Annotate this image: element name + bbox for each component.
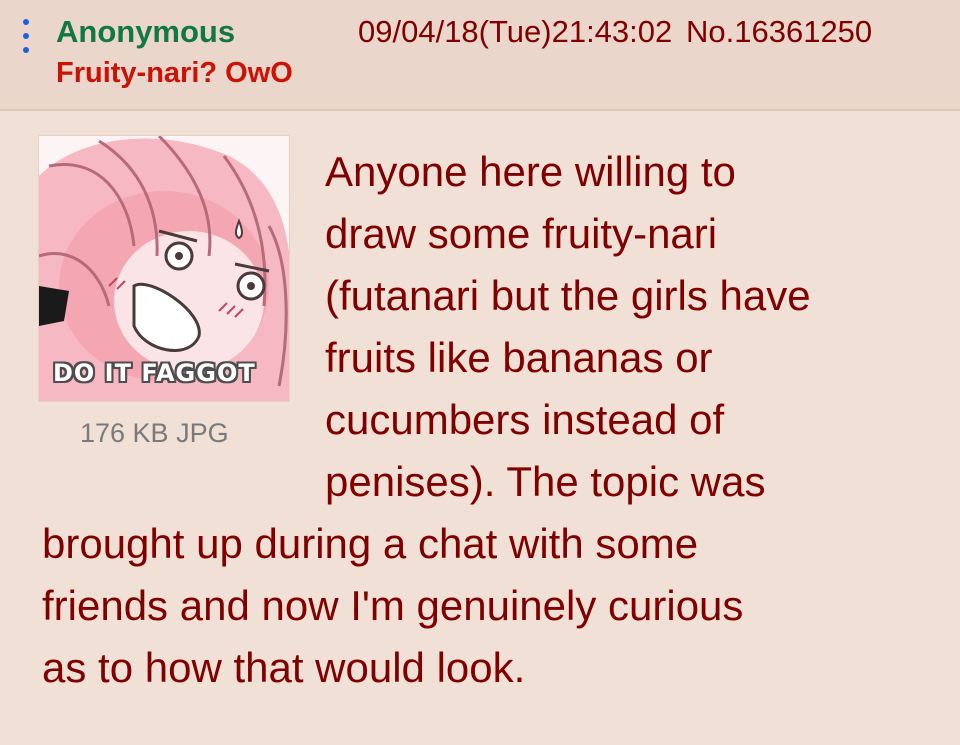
comment-line: (futanari but the girls have (325, 272, 811, 319)
vertical-dots-icon[interactable] (22, 19, 30, 53)
poster-name: Anonymous (56, 14, 236, 49)
comment-line: Anyone here willing to (325, 148, 736, 195)
comment-line: friends and now I'm genuinely curious (42, 582, 744, 629)
post-image-thumbnail[interactable]: DO IT FAGGOT (38, 135, 290, 402)
comment-line: cucumbers instead of (325, 396, 725, 443)
file-info: 176 KB JPG (80, 418, 229, 448)
comment-line: as to how that would look. (42, 644, 526, 691)
comment-line: penises). The topic was (325, 458, 766, 505)
post-subject: Fruity-nari? OwO (56, 57, 293, 89)
comment-line: fruits like bananas or (325, 334, 713, 381)
comment-line: draw some fruity-nari (325, 210, 718, 257)
post-number[interactable]: No.16361250 (686, 14, 872, 50)
post-header: Anonymous Fruity-nari? OwO 09/04/18(Tue)… (0, 0, 960, 111)
post: Anonymous Fruity-nari? OwO 09/04/18(Tue)… (0, 0, 960, 745)
image-caption: DO IT FAGGOT (53, 359, 256, 387)
post-datetime: 09/04/18(Tue)21:43:02 (358, 14, 673, 49)
comment-line: brought up during a chat with some (42, 520, 699, 567)
